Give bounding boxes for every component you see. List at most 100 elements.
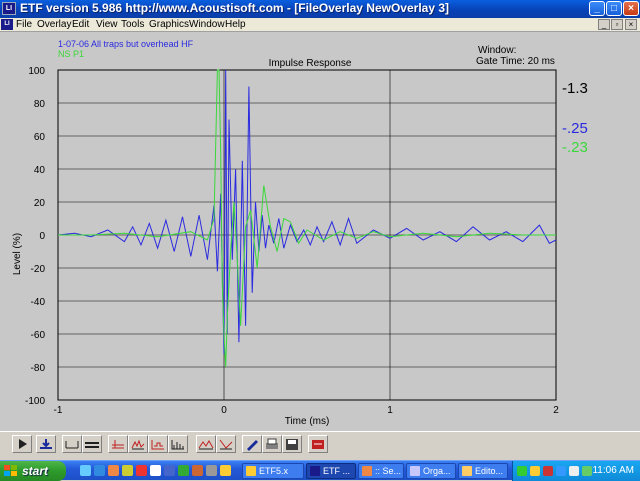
quicklaunch-acrobat-icon[interactable] [136, 465, 147, 476]
zoom-out-button[interactable] [62, 435, 82, 453]
y-tick-label: 40 [34, 165, 46, 176]
x-tick-labels: -1 0 1 2 [54, 405, 560, 416]
series-line-all-traps [57, 69, 557, 354]
child-close-button[interactable]: × [625, 19, 637, 30]
quicklaunch-firefox-icon[interactable] [108, 465, 119, 476]
tray-messenger-icon[interactable] [556, 466, 566, 476]
readout-black: -1.3 [562, 80, 588, 97]
decay-button[interactable] [216, 435, 236, 453]
task-label: ETF ... [323, 466, 350, 476]
quicklaunch-powerpoint-icon[interactable] [192, 465, 203, 476]
tray-security-icon[interactable] [530, 466, 540, 476]
series-layer [57, 69, 557, 368]
play-button[interactable] [12, 435, 32, 453]
x-tick-label: 1 [387, 405, 393, 416]
print-button[interactable] [262, 435, 282, 453]
window-label: Window: [478, 45, 516, 56]
task-label: Edito... [475, 466, 504, 476]
organizer-icon [410, 466, 420, 476]
tray-antivirus-icon[interactable] [543, 466, 553, 476]
folder-icon [246, 466, 256, 476]
x-tick-label: 2 [553, 405, 559, 416]
menu-tools[interactable]: Tools [121, 19, 144, 30]
menu-file[interactable]: File [16, 19, 32, 30]
y-tick-label: -60 [31, 330, 46, 341]
task-browser[interactable]: :: Se... [358, 463, 404, 479]
taskbar: start ETF5.x ETF ... :: Se... Orga... Ed… [0, 460, 640, 481]
y-tick-label: -80 [31, 363, 46, 374]
clock[interactable]: 11:06 AM [592, 465, 634, 476]
quicklaunch-word-icon[interactable] [164, 465, 175, 476]
task-label: Orga... [423, 466, 451, 476]
task-organizer[interactable]: Orga... [406, 463, 456, 479]
menu-overlay[interactable]: Overlay [37, 19, 71, 30]
browser-icon [362, 466, 372, 476]
app-icon[interactable]: LI [2, 2, 16, 15]
edit-pencil-button[interactable] [242, 435, 262, 453]
settings-button[interactable] [308, 435, 328, 453]
readout-blue: -.25 [562, 120, 588, 137]
x-tick-label: -1 [54, 405, 63, 416]
windows-logo-icon [4, 465, 17, 476]
spectrum-view-button[interactable] [168, 435, 188, 453]
quicklaunch-desktop-icon[interactable] [80, 465, 91, 476]
plot-window: 100 80 60 40 20 0 -20 -40 -60 -80 -100 -1 0 1 2 Impul… [0, 31, 640, 431]
import-button[interactable] [36, 435, 56, 453]
save-graph-button[interactable] [282, 435, 302, 453]
y-tick-label: 100 [28, 66, 45, 77]
y-tick-label: -20 [31, 264, 46, 275]
document-icon[interactable]: LI [1, 19, 13, 30]
child-minimize-button[interactable]: _ [598, 19, 610, 30]
menu-help[interactable]: Help [225, 19, 246, 30]
quicklaunch-explorer-icon[interactable] [220, 465, 231, 476]
task-etf5-folder[interactable]: ETF5.x [242, 463, 304, 479]
x-tick-label: 0 [221, 405, 227, 416]
menu-graphics[interactable]: Graphics [149, 19, 189, 30]
zoom-in-button[interactable] [82, 435, 102, 453]
start-label: start [22, 464, 49, 478]
y-tick-label: -100 [25, 396, 45, 407]
y-tick-label: 60 [34, 132, 46, 143]
tray-volume-icon[interactable] [569, 466, 579, 476]
tray-update-icon[interactable] [582, 466, 592, 476]
close-button[interactable]: × [623, 1, 639, 16]
y-tick-label: -40 [31, 297, 46, 308]
graph-toolbar [0, 431, 640, 455]
editor-icon [462, 466, 472, 476]
quicklaunch-notepad-icon[interactable] [150, 465, 161, 476]
legend-entry-2: NS P1 [58, 49, 84, 59]
impulse-response-chart: 100 80 60 40 20 0 -20 -40 -60 -80 -100 -1 0 1 2 Impul… [12, 39, 588, 427]
quicklaunch-excel-icon[interactable] [178, 465, 189, 476]
menu-view[interactable]: View [96, 19, 118, 30]
task-label: ETF5.x [259, 466, 289, 476]
menu-bar: LI File Overlay Edit View Tools Graphics… [0, 18, 640, 31]
child-restore-button[interactable]: ▫ [611, 19, 623, 30]
impulse-view-button[interactable] [108, 435, 128, 453]
readout-green: -.23 [562, 139, 588, 156]
quicklaunch-app-icon[interactable] [206, 465, 217, 476]
series-line-ns-p1 [58, 69, 556, 368]
quicklaunch-ie-icon[interactable] [94, 465, 105, 476]
menu-edit[interactable]: Edit [72, 19, 89, 30]
y-axis-label: Level (%) [12, 233, 23, 275]
etf-app-icon [310, 466, 320, 476]
start-button[interactable]: start [0, 461, 66, 481]
waterfall-button[interactable] [196, 435, 216, 453]
etc-view-button[interactable] [128, 435, 148, 453]
minimize-button[interactable]: _ [589, 1, 605, 16]
task-etf-app[interactable]: ETF ... [306, 463, 356, 479]
menu-window[interactable]: Window [189, 19, 225, 30]
x-axis-label: Time (ms) [285, 416, 330, 427]
legend-entry-1: 1-07-06 All traps but overhead HF [58, 39, 194, 49]
title-bar[interactable]: LI ETF version 5.986 http://www.Acoustis… [0, 0, 640, 18]
chart-grid [57, 69, 557, 401]
task-editor[interactable]: Edito... [458, 463, 508, 479]
gate-time-label: Gate Time: 20 ms [476, 56, 555, 67]
frequency-view-button[interactable] [148, 435, 168, 453]
quicklaunch-folder-icon[interactable] [122, 465, 133, 476]
system-tray: 11:06 AM [512, 461, 640, 481]
chart-title: Impulse Response [269, 58, 352, 69]
maximize-button[interactable]: □ [606, 1, 622, 16]
tray-network-icon[interactable] [517, 466, 527, 476]
y-tick-label: 0 [39, 231, 45, 242]
